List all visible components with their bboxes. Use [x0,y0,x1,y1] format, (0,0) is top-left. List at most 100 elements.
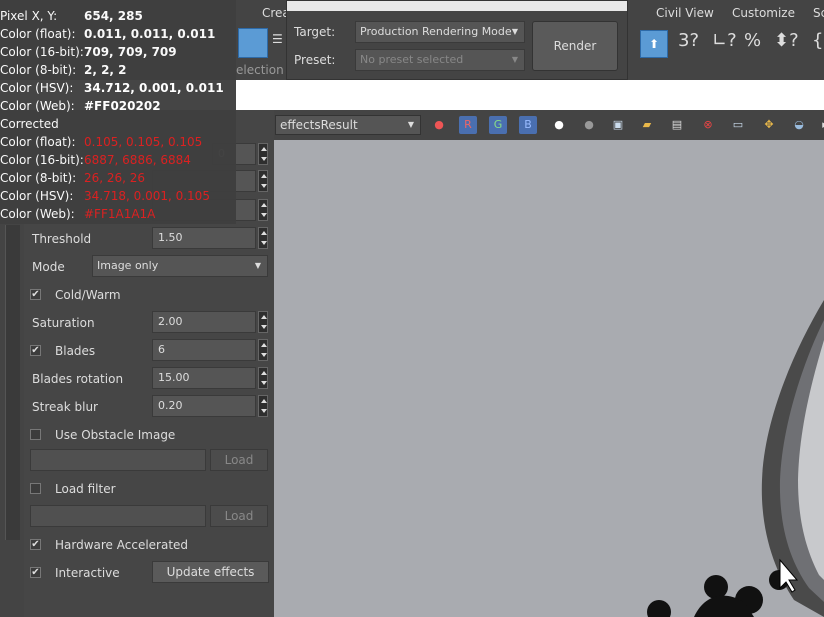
percent-snap-icon[interactable]: % [744,30,761,51]
streak-blur-spinner[interactable] [258,395,268,417]
interactive-checkbox[interactable]: ✔ [30,567,41,578]
corrected-float-row: Color (float): [0,135,76,149]
info-label: Color (HSV): [0,189,74,203]
mode-dropdown[interactable]: Image only ▼ [92,255,268,277]
blades-label: Blades [55,344,96,358]
rendered-image [647,300,824,617]
menu-civil-view[interactable]: Civil View [656,6,714,20]
render-button[interactable]: Render [532,21,618,71]
blades-rotation-spinner[interactable] [258,367,268,389]
target-dropdown[interactable]: Production Rendering Mode ▼ [355,21,525,43]
blades-spinner[interactable] [258,339,268,361]
menu-scripting[interactable]: Sc [813,6,824,20]
float-row: Color (float): [0,27,76,41]
channel-dropdown[interactable]: effectsResult ▼ [275,115,421,135]
menu-customize[interactable]: Customize [732,6,795,20]
hsv-row: Color (HSV): [0,81,73,95]
info-label: Pixel X, Y: [0,9,58,23]
red-channel-button[interactable]: R [459,116,477,134]
pivot-icon[interactable]: ⬆ [640,30,668,58]
alpha-channel-icon[interactable]: ● [550,116,568,134]
threshold-label: Threshold [32,232,92,246]
teapot-icon[interactable]: ◒ [790,116,808,134]
mode-value: Image only [97,259,159,272]
named-selection-icon[interactable]: { [812,30,823,51]
blades-field[interactable]: 6 [152,339,256,361]
saturation-spinner[interactable] [258,311,268,333]
corrected-web-row: Color (Web): [0,207,75,221]
mode-label: Mode [32,260,65,274]
load-obstacle-button[interactable]: Load [210,449,268,471]
region-icon[interactable]: ✥ [760,116,778,134]
8bit-value: 2, 2, 2 [84,63,127,77]
blades-rotation-field[interactable]: 15.00 [152,367,256,389]
panel-scrollbar[interactable] [5,225,20,540]
pixel-xy-value: 654, 285 [84,9,143,23]
hardware-accelerated-checkbox[interactable]: ✔ [30,539,41,550]
corrected-8bit-value: 26, 26, 26 [84,171,146,185]
saturation-field[interactable]: 2.00 [152,311,256,333]
obstacle-image-path[interactable] [30,449,206,471]
spinner-2[interactable] [258,199,268,221]
blades-checkbox[interactable]: ✔ [30,345,41,356]
chevron-down-icon: ▼ [511,55,518,64]
filter-path[interactable] [30,505,206,527]
top-spinner[interactable] [258,143,268,165]
blue-channel-button[interactable]: B [519,116,537,134]
use-obstacle-checkbox[interactable] [30,429,41,440]
green-channel-button[interactable]: G [489,116,507,134]
load-filter-label: Load filter [55,482,116,496]
info-label: Color (8-bit): [0,171,77,185]
select-object-icon[interactable] [238,28,268,58]
frame-buffer-toolbar: effectsResult ▼ ● R G B ● ● ▣ ▰ ▤ ⊗ ▭ ✥ ◒… [274,110,824,140]
angle-snap-icon[interactable]: ∟? [712,30,737,51]
corrected-16bit-value: 6887, 6886, 6884 [84,153,191,167]
clear-icon[interactable]: ⊗ [699,116,717,134]
preset-dropdown[interactable]: No preset selected ▼ [355,49,525,71]
monochrome-icon[interactable]: ● [580,116,598,134]
streak-blur-field[interactable]: 0.20 [152,395,256,417]
hardware-accelerated-label: Hardware Accelerated [55,538,189,552]
chevron-down-icon: ▼ [254,261,261,270]
spinner-1[interactable] [258,170,268,192]
display-icon[interactable]: ▭ [729,116,747,134]
corrected-8bit-row: Color (8-bit): [0,171,76,185]
info-label: Color (16-bit): [0,45,84,59]
threshold-spinner[interactable] [258,227,268,249]
blades-rotation-label: Blades rotation [32,372,124,386]
corrected-label: Corrected [0,117,59,131]
interactive-label: Interactive [55,566,120,580]
load-filter-checkbox[interactable] [30,483,41,494]
load-filter-button[interactable]: Load [210,505,268,527]
list-icon[interactable]: ☰ [272,32,284,54]
preset-label: Preset: [294,53,336,67]
update-effects-button[interactable]: Update effects [152,561,269,583]
rendered-image-viewport[interactable] [274,140,824,617]
render-setup-titlebar[interactable] [287,1,627,11]
save-image-icon[interactable]: ▣ [609,116,627,134]
16bit-value: 709, 709, 709 [84,45,177,59]
16bit-row: Color (16-bit): [0,45,84,59]
corrected-16bit-row: Color (16-bit): [0,153,84,167]
open-folder-icon[interactable]: ▰ [638,116,656,134]
selection-set-label[interactable]: election [236,63,284,77]
pixel-xy-row: Pixel X, Y: [0,9,57,23]
preset-value: No preset selected [360,53,464,66]
target-label: Target: [294,25,336,39]
snap-3d-icon[interactable]: 3? [678,30,699,51]
info-label: Color (float): [0,135,76,149]
target-value: Production Rendering Mode [360,25,512,38]
streak-blur-label: Streak blur [32,400,98,414]
pixel-info-overlay: Pixel X, Y: 654, 285 Color (float): 0.01… [0,0,236,224]
chevron-down-icon: ▼ [511,27,518,36]
corrected-hsv-row: Color (HSV): [0,189,73,203]
cold-warm-checkbox[interactable]: ✔ [30,289,41,300]
clone-window-icon[interactable]: ▤ [668,116,686,134]
float-value: 0.011, 0.011, 0.011 [84,27,216,41]
more-icon[interactable]: ▸ [816,116,824,134]
spinner-snap-icon[interactable]: ⬍? [774,30,799,51]
threshold-field[interactable]: 1.50 [152,227,256,249]
color-channels-icon[interactable]: ● [430,116,448,134]
corrected-web-value: #FF1A1A1A [84,207,156,221]
channel-value: effectsResult [280,118,358,132]
